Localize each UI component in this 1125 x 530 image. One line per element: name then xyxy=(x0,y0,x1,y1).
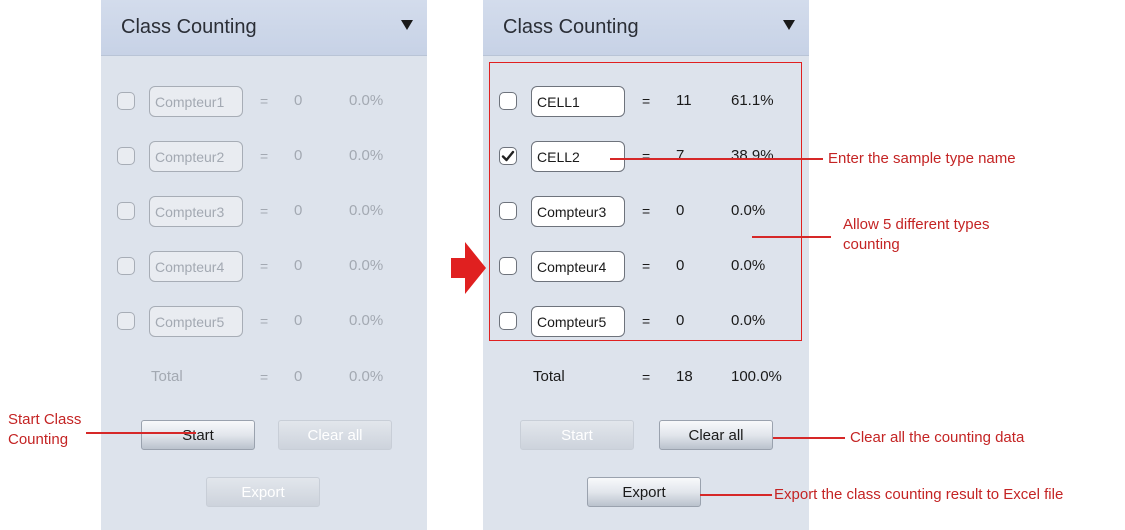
equals-sign: = xyxy=(260,203,269,219)
equals-sign: = xyxy=(260,369,269,385)
sample-name-leader-line xyxy=(610,158,823,160)
counter-row-2: = 0 0.0% xyxy=(101,137,427,177)
counter-name-field-3[interactable] xyxy=(149,196,243,227)
counter-name-field-5[interactable] xyxy=(149,306,243,337)
total-percent: 100.0% xyxy=(731,368,782,385)
counter-row-5: = 0 0.0% xyxy=(101,302,427,342)
total-row: Total = 18 100.0% xyxy=(483,358,809,398)
total-percent: 0.0% xyxy=(349,368,384,385)
export-button[interactable]: Export xyxy=(206,477,320,507)
clear-all-button[interactable]: Clear all xyxy=(278,420,392,450)
counter-count-5: 0 xyxy=(294,312,303,329)
start-button[interactable]: Start xyxy=(141,420,255,450)
counter-checkbox-2[interactable] xyxy=(117,147,135,165)
counter-name-field-1[interactable] xyxy=(149,86,243,117)
counter-name-field-2[interactable] xyxy=(149,141,243,172)
counter-count-3: 0 xyxy=(294,202,303,219)
counter-checkbox-5[interactable] xyxy=(117,312,135,330)
counter-row-3: = 0 0.0% xyxy=(101,192,427,232)
total-count: 18 xyxy=(676,368,693,385)
counter-count-1: 0 xyxy=(294,92,303,109)
counter-percent-5: 0.0% xyxy=(349,312,384,329)
panel-header[interactable]: Class Counting xyxy=(483,0,809,56)
counter-percent-2: 0.0% xyxy=(349,147,384,164)
counter-percent-1: 0.0% xyxy=(349,92,384,109)
clear-all-leader-line xyxy=(773,437,845,439)
counter-row-1: = 0 0.0% xyxy=(101,82,427,122)
clear-all-annotation: Clear all the counting data xyxy=(850,429,1025,446)
equals-sign: = xyxy=(260,148,269,164)
triangle-down-icon[interactable] xyxy=(399,16,415,32)
counter-percent-4: 0.0% xyxy=(349,257,384,274)
sample-name-annotation: Enter the sample type name xyxy=(828,150,1016,167)
panel-title: Class Counting xyxy=(503,16,639,38)
counter-name-field-4[interactable] xyxy=(149,251,243,282)
counter-row-4: = 0 0.0% xyxy=(101,247,427,287)
five-types-annotation: Allow 5 different types counting xyxy=(843,216,990,253)
start-annotation: Start Class Counting xyxy=(8,411,82,448)
panel-header[interactable]: Class Counting xyxy=(101,0,427,56)
panel-title: Class Counting xyxy=(121,16,257,38)
start-leader-line xyxy=(86,432,196,434)
export-leader-line xyxy=(700,494,772,496)
equals-sign: = xyxy=(260,93,269,109)
total-count: 0 xyxy=(294,368,303,385)
total-label: Total xyxy=(533,368,565,385)
right-arrow-icon xyxy=(451,242,486,294)
equals-sign: = xyxy=(260,258,269,274)
export-button[interactable]: Export xyxy=(587,477,701,507)
counter-checkbox-3[interactable] xyxy=(117,202,135,220)
equals-sign: = xyxy=(642,369,651,385)
counter-count-2: 0 xyxy=(294,147,303,164)
total-label: Total xyxy=(151,368,183,385)
five-types-leader-line xyxy=(752,236,831,238)
counter-rows-highlight-box xyxy=(489,62,802,341)
counter-checkbox-4[interactable] xyxy=(117,257,135,275)
counter-percent-3: 0.0% xyxy=(349,202,384,219)
counter-checkbox-1[interactable] xyxy=(117,92,135,110)
start-button[interactable]: Start xyxy=(520,420,634,450)
counter-count-4: 0 xyxy=(294,257,303,274)
class-counting-panel-initial: Class Counting = 0 0.0% = 0 0.0% = 0 0.0… xyxy=(101,0,427,530)
equals-sign: = xyxy=(260,313,269,329)
export-annotation: Export the class counting result to Exce… xyxy=(774,486,1064,503)
triangle-down-icon[interactable] xyxy=(781,16,797,32)
total-row: Total = 0 0.0% xyxy=(101,358,427,398)
clear-all-button[interactable]: Clear all xyxy=(659,420,773,450)
